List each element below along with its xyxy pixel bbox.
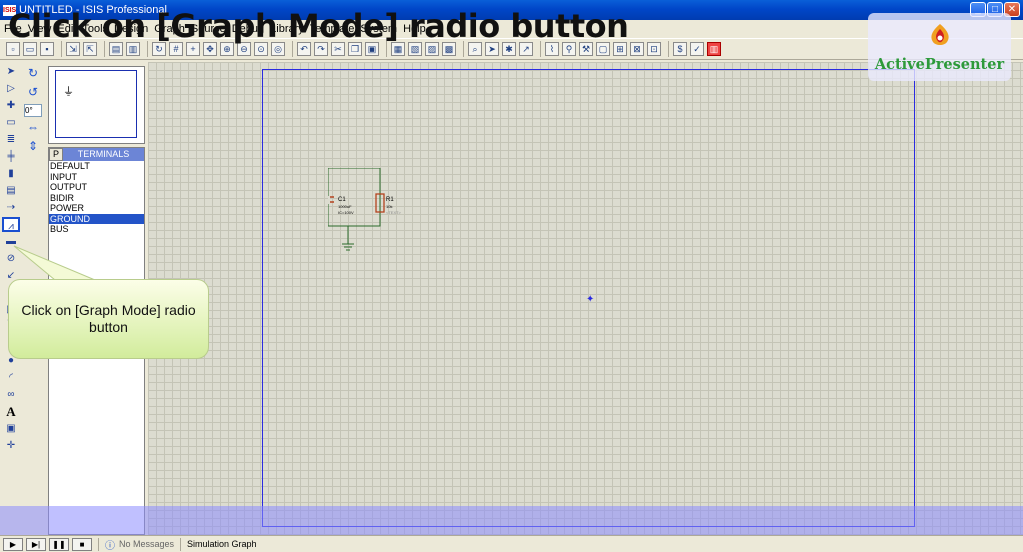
play-button[interactable]: ▶ [3, 537, 23, 551]
r1-text: <TEXT> [386, 210, 402, 215]
orientation-toolbar: ↻ ↺ 0° ⇔ ⇕ [24, 66, 44, 166]
stop-button[interactable]: ■ [72, 537, 92, 551]
r1-value: 10k [386, 204, 392, 209]
activepresenter-logo-icon [931, 24, 949, 45]
ground-symbol [342, 243, 354, 251]
terminals-mode-icon[interactable]: ▤ [2, 183, 20, 198]
junction-dot-mode-icon[interactable]: ✚ [2, 98, 20, 113]
path-mode-icon[interactable]: ∞ [2, 387, 20, 402]
origin-cross-icon: ✦ [586, 294, 595, 305]
flip-vertical-icon[interactable]: ⇕ [24, 139, 42, 155]
schematic-canvas[interactable]: ✦ C1 1000uF IC=100V R1 10k <TEXT> [148, 62, 1023, 535]
tutorial-callout: Click on [Graph Mode] radio button [8, 279, 209, 359]
isis-window: ISIS UNTITLED - ISIS Professional _ □ ✕ … [0, 0, 1023, 552]
status-hint: Simulation Graph [187, 539, 257, 549]
component-mode-icon[interactable]: ▷ [2, 81, 20, 96]
list-item[interactable]: POWER [49, 203, 144, 214]
device-pins-mode-icon[interactable]: ⇢ [2, 200, 20, 215]
text-mode-icon[interactable]: A [2, 404, 20, 419]
remove-sheet-icon[interactable]: ⊠ [630, 42, 644, 56]
flip-horizontal-icon[interactable]: ⇔ [24, 120, 42, 136]
c1-value: 1000uF [338, 204, 352, 209]
info-icon: ⓘ [105, 540, 115, 552]
list-item[interactable]: BUS [49, 224, 144, 235]
toolbar-separator [668, 41, 669, 57]
wire-label-mode-icon[interactable]: ▭ [2, 115, 20, 130]
overlay-bottom-banner [0, 506, 1023, 535]
overview-viewport [55, 70, 137, 138]
status-separator [180, 537, 182, 551]
rc-circuit[interactable]: C1 1000uF IC=100V R1 10k <TEXT> [328, 168, 428, 263]
erc-icon[interactable]: ✓ [690, 42, 704, 56]
symbol-mode-icon[interactable]: ▣ [2, 421, 20, 436]
bom-icon[interactable]: $ [673, 42, 687, 56]
buses-mode-icon[interactable]: ╪ [2, 149, 20, 164]
message-count[interactable]: No Messages [119, 539, 174, 549]
list-item[interactable]: DEFAULT [49, 161, 144, 172]
status-separator [98, 537, 99, 551]
status-bar: ▶ ▶| ❚❚ ■ ⓘ No Messages Simulation Graph [0, 535, 1023, 552]
subcircuit-mode-icon[interactable]: ▮ [2, 166, 20, 181]
object-selector-header: P TERMINALS [49, 148, 144, 161]
capacitor-c1 [328, 196, 334, 204]
rotate-clockwise-icon[interactable]: ↻ [24, 66, 42, 82]
goto-sheet-icon[interactable]: ⊡ [647, 42, 661, 56]
arc-mode-icon[interactable]: ◜ [2, 370, 20, 385]
activepresenter-watermark: ActivePresenter [868, 13, 1011, 81]
generator-mode-icon[interactable]: ⊘ [2, 251, 20, 266]
circuit-wire-loop [328, 168, 381, 227]
tutorial-title: Click on [Graph Mode] radio button [8, 7, 629, 45]
netlist-icon[interactable]: ▥ [707, 42, 721, 56]
terminal-preview-icon: ⏚ [63, 86, 74, 98]
text-script-mode-icon[interactable]: ≣ [2, 132, 20, 147]
graph-mode-icon[interactable]: ⩘ [2, 217, 20, 232]
list-item[interactable]: INPUT [49, 172, 144, 183]
rotation-angle-field[interactable]: 0° [24, 104, 42, 117]
marker-mode-icon[interactable]: ✛ [2, 438, 20, 453]
tape-recorder-mode-icon[interactable]: ▬ [2, 234, 20, 249]
brand-name: ActivePresenter [874, 56, 1005, 73]
list-item[interactable]: OUTPUT [49, 182, 144, 193]
rotate-anticlockwise-icon[interactable]: ↺ [24, 85, 42, 101]
step-button[interactable]: ▶| [26, 537, 46, 551]
pick-button[interactable]: P [49, 148, 63, 161]
r1-ref: R1 [386, 197, 394, 203]
c1-ref: C1 [338, 197, 346, 203]
selection-mode-icon[interactable]: ➤ [2, 64, 20, 79]
overview-window[interactable]: ⏚ [48, 66, 145, 144]
pause-button[interactable]: ❚❚ [49, 537, 69, 551]
list-item-selected[interactable]: GROUND [49, 213, 144, 224]
selector-title: TERMINALS [63, 148, 144, 161]
c1-ic: IC=100V [338, 210, 354, 215]
list-item[interactable]: BIDIR [49, 193, 144, 204]
